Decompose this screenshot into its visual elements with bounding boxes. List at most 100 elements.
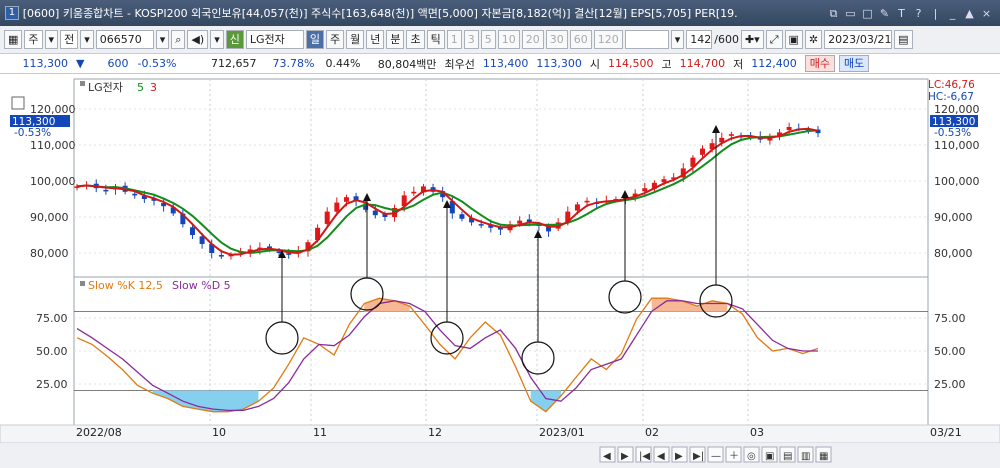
nav-button-label: ▣ [765,451,774,462]
nav-button-label: ▥ [801,451,810,462]
quote-bar: 113,300 ▼ 600 -0.53% 712,657 73.78% 0.44… [0,54,1000,74]
minute-1-button[interactable]: 1 [446,30,462,49]
candle-body [786,127,792,131]
nav-button-label: ▶ [621,451,629,462]
candle-body [642,188,648,192]
minute-10-button[interactable]: 10 [497,30,520,49]
period-select[interactable]: 주 [24,30,43,49]
nav-button-label: ◀ [603,451,611,462]
window-controls: ⧉ ▭ □ ✎ T ? | _ ▲ × [826,6,1000,21]
osc-y-tick-left: 75.00 [36,312,68,325]
minute-120-button[interactable]: 120 [593,30,623,49]
best-ask-label: 최우선 [444,57,475,71]
candle-body [728,134,734,136]
right-current-pct: -0.53% [934,127,971,139]
volume: 712,657 [210,57,257,70]
price-legend-ma5[interactable]: 5 [137,81,144,94]
search-icon[interactable]: ⌕ [171,30,186,49]
save-icon[interactable]: ▣ [784,30,803,49]
high-label: 고 [661,57,672,71]
open-price: 114,500 [607,57,654,70]
window-number: 1 [5,6,19,20]
price-legend-name[interactable]: LG전자 [88,81,123,94]
low-price: 112,400 [751,57,797,70]
x-tick-label: 2022/08 [76,426,122,439]
sell-button[interactable]: 매도 [838,55,870,72]
interval-year-button[interactable]: 년 [366,30,385,49]
interval-day-button[interactable]: 일 [305,30,324,49]
candle-body [574,204,580,211]
price-y-tick-left: 110,000 [30,139,76,152]
candle-body [132,193,138,196]
panel-settings-icon[interactable] [11,96,25,110]
low-label: 저 [733,57,744,71]
box-icon[interactable]: □ [860,6,875,21]
x-axis-strip [0,424,1000,444]
best-ask: 113,400 [482,57,529,70]
candle-body [411,191,417,194]
period-dropdown-icon[interactable]: ▾ [44,30,59,49]
type-select[interactable]: 전 [60,30,79,49]
chart-area[interactable]: 2022/08 10 11 12 2023/01 02 03120,000 120,00011… [0,75,1000,468]
custom-interval-input[interactable] [624,30,669,49]
osc-legend-k[interactable]: Slow %K 12,5 [88,279,163,292]
candle-body [372,210,378,216]
x-tick-label: 02 [645,426,659,439]
maximize-icon[interactable]: ▲ [962,6,977,21]
trade-amount: 80,804백만 [377,57,437,71]
interval-tick-button[interactable]: 틱 [426,30,445,49]
price-legend-ma3[interactable]: 3 [150,81,157,94]
nav-button-label: ◀ [657,451,665,462]
settings-icon[interactable]: ✲ [804,30,823,49]
nav-button-label: ▦ [819,451,828,462]
indicator-icon[interactable]: ✚▾ [740,30,764,49]
calendar-icon[interactable]: ▤ [894,30,913,49]
x-tick-label: 03 [750,426,764,439]
x-tick-label: 10 [212,426,226,439]
frame-icon[interactable]: ▭ [843,6,858,21]
prev-stock-icon[interactable]: ▾ [210,30,224,49]
grid-menu-icon[interactable]: ▦ [4,30,23,49]
font-icon[interactable]: T [894,6,909,21]
zoom-icon[interactable]: ⤢ [765,30,783,49]
buy-button[interactable]: 매수 [804,55,835,72]
custom-interval-dropdown-icon[interactable]: ▾ [670,30,685,49]
price-y-tick-right: 110,000 [934,139,980,152]
minute-5-button[interactable]: 5 [480,30,496,49]
left-price-box: 113,300 -0.53% [10,115,70,139]
legend-square-icon [80,281,85,286]
pin-icon[interactable]: ✎ [877,6,892,21]
candle-body [584,200,590,203]
price-y-tick-left: 80,000 [30,247,69,260]
close-icon[interactable]: × [979,6,994,21]
candle-body [218,254,224,257]
help-icon[interactable]: ? [911,6,926,21]
minimize-icon[interactable]: _ [945,6,960,21]
minute-3-button[interactable]: 3 [463,30,479,49]
minute-20-button[interactable]: 20 [521,30,544,49]
nav-button-label: ▶ [675,451,683,462]
interval-week-button[interactable]: 주 [325,30,345,49]
candle-body [459,214,465,219]
interval-month-button[interactable]: 월 [346,30,365,49]
interval-second-button[interactable]: 초 [406,30,425,49]
osc-y-tick-left: 50.00 [36,345,68,358]
osc-legend-d[interactable]: Slow %D 5 [172,279,231,292]
candle-body [324,211,330,224]
osc-y-tick-right: 25.00 [934,378,966,391]
bar-count-input[interactable]: 142 [686,30,713,49]
restore-icon[interactable]: ⧉ [826,6,841,21]
minute-60-button[interactable]: 60 [569,30,592,49]
type-dropdown-icon[interactable]: ▾ [80,30,94,49]
date-input[interactable]: 2023/03/21 [824,30,893,49]
new-badge[interactable]: 신 [225,30,244,49]
x-tick-label: 12 [428,426,442,439]
price-y-tick-left: 90,000 [30,211,69,224]
sound-icon[interactable]: ◀) [187,30,209,49]
window-title: [0600] 키움종합차트 - KOSPI200 외국인보유[44,057(천)… [22,7,738,20]
interval-minute-button[interactable]: 분 [386,30,405,49]
code-dropdown-icon[interactable]: ▾ [155,30,170,49]
stock-code-input[interactable]: 066570 [95,30,154,49]
best-bid: 113,300 [536,57,582,70]
minute-30-button[interactable]: 30 [545,30,568,49]
